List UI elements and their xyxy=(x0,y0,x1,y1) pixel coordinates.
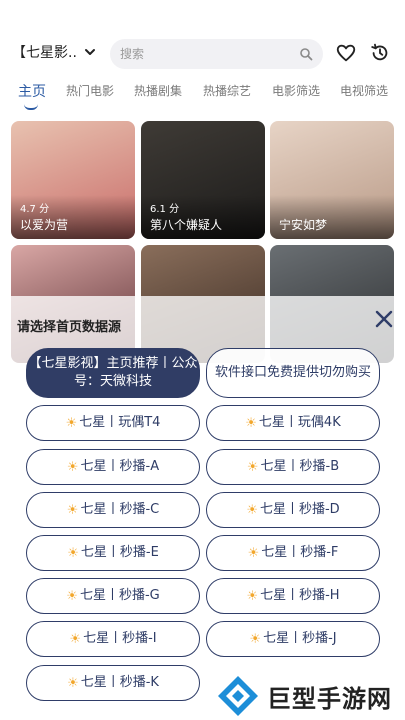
poster-title: 以爱为营 xyxy=(20,218,69,232)
sun-icon: ☀ xyxy=(67,545,79,561)
source-option-button[interactable]: ☀ 七星丨秒播-K xyxy=(26,665,200,701)
source-option-label: 七星丨秒播-J xyxy=(263,631,337,646)
source-option-label: 七星丨秒播-A xyxy=(80,459,160,474)
tab-hot-series[interactable]: 热播剧集 xyxy=(134,82,182,99)
source-option-button[interactable]: ☀ 七星丨秒播-I xyxy=(26,621,200,657)
source-option-label: 软件接口免费提供切勿购买 xyxy=(214,365,371,380)
source-label: 【七星影.. xyxy=(12,45,77,61)
tab-hot-movies[interactable]: 热门电影 xyxy=(66,82,114,99)
source-option-label: 七星丨秒播-G xyxy=(79,588,160,603)
sun-icon: ☀ xyxy=(67,675,79,691)
heart-icon[interactable] xyxy=(335,42,357,64)
source-option-label: 七星丨玩偶T4 xyxy=(79,415,161,430)
poster-score: 6.1 分 xyxy=(150,204,180,215)
sun-icon: ☀ xyxy=(66,459,79,475)
source-option-label: 七星丨秒播-F xyxy=(261,545,339,560)
tab-hot-variety[interactable]: 热播综艺 xyxy=(203,82,251,99)
category-tabs: 主页 热门电影 热播剧集 热播综艺 电影筛选 电视筛选 xyxy=(0,81,405,110)
source-selector[interactable]: 【七星影.. xyxy=(12,42,97,62)
tab-movie-filter[interactable]: 电影筛选 xyxy=(272,82,320,99)
source-option-button[interactable]: 【七星影视】主页推荐丨公众号：天微科技 xyxy=(26,348,200,398)
chevron-down-icon xyxy=(84,49,95,55)
watermark: 巨型手游网 xyxy=(213,672,405,720)
close-icon[interactable] xyxy=(373,308,395,330)
watermark-text: 巨型手游网 xyxy=(267,684,392,713)
poster-card[interactable]: 4.7 分 以爱为营 xyxy=(11,121,135,239)
tab-indicator xyxy=(24,104,38,110)
search-icon[interactable] xyxy=(299,47,313,61)
watermark-logo-icon xyxy=(218,676,258,716)
source-option-label: 七星丨秒播-H xyxy=(260,588,340,603)
top-bar: 【七星影.. xyxy=(0,36,405,72)
source-option-label: 七星丨秒播-I xyxy=(83,631,157,646)
search-bar[interactable] xyxy=(110,39,323,69)
sun-icon: ☀ xyxy=(247,545,260,561)
source-option-button[interactable]: ☀ 七星丨秒播-F xyxy=(206,535,380,571)
poster-title: 第八个嫌疑人 xyxy=(150,218,223,232)
poster-score: 4.7 分 xyxy=(20,204,50,215)
source-option-button[interactable]: ☀ 七星丨玩偶T4 xyxy=(26,405,200,441)
source-option-label: 七星丨秒播-B xyxy=(260,459,340,474)
source-option-button[interactable]: ☀ 七星丨秒播-A xyxy=(26,449,200,485)
tab-tv-filter[interactable]: 电视筛选 xyxy=(340,82,388,99)
source-option-button[interactable]: ☀ 七星丨玩偶4K xyxy=(206,405,380,441)
search-input[interactable] xyxy=(120,47,299,61)
sun-icon: ☀ xyxy=(246,588,259,604)
source-option-label: 七星丨秒播-K xyxy=(80,675,159,690)
source-option-label: 七星丨秒播-C xyxy=(80,502,160,517)
source-option-button[interactable]: ☀ 七星丨秒播-J xyxy=(206,621,380,657)
source-option-label: 七星丨秒播-E xyxy=(80,545,159,560)
source-option-label: 【七星影视】主页推荐丨公众号：天微科技 xyxy=(28,356,198,389)
source-option-label: 七星丨玩偶4K xyxy=(258,415,341,430)
poster-card[interactable]: 6.1 分 第八个嫌疑人 xyxy=(141,121,265,239)
sun-icon: ☀ xyxy=(65,415,78,431)
tab-home[interactable]: 主页 xyxy=(18,81,46,101)
sun-icon: ☀ xyxy=(246,459,259,475)
sun-icon: ☀ xyxy=(246,502,258,518)
sun-icon: ☀ xyxy=(249,631,262,647)
dialog-title: 请选择首页数据源 xyxy=(17,320,122,335)
source-option-button[interactable]: ☀ 七星丨秒播-E xyxy=(26,535,200,571)
sun-icon: ☀ xyxy=(66,502,79,518)
source-option-button[interactable]: ☀ 七星丨秒播-B xyxy=(206,449,380,485)
poster-title: 宁安如梦 xyxy=(279,218,328,232)
source-option-button[interactable]: ☀ 七星丨秒播-G xyxy=(26,578,200,614)
history-icon[interactable] xyxy=(369,42,391,64)
source-option-button[interactable]: ☀ 七星丨秒播-D xyxy=(206,492,380,528)
sun-icon: ☀ xyxy=(69,631,82,647)
source-option-label: 七星丨秒播-D xyxy=(259,502,340,517)
source-option-button[interactable]: 软件接口免费提供切勿购买 xyxy=(206,348,380,398)
sun-icon: ☀ xyxy=(245,415,257,431)
source-option-button[interactable]: ☀ 七星丨秒播-H xyxy=(206,578,380,614)
source-option-button[interactable]: ☀ 七星丨秒播-C xyxy=(26,492,200,528)
poster-card[interactable]: 宁安如梦 xyxy=(270,121,394,239)
sun-icon: ☀ xyxy=(66,588,78,604)
